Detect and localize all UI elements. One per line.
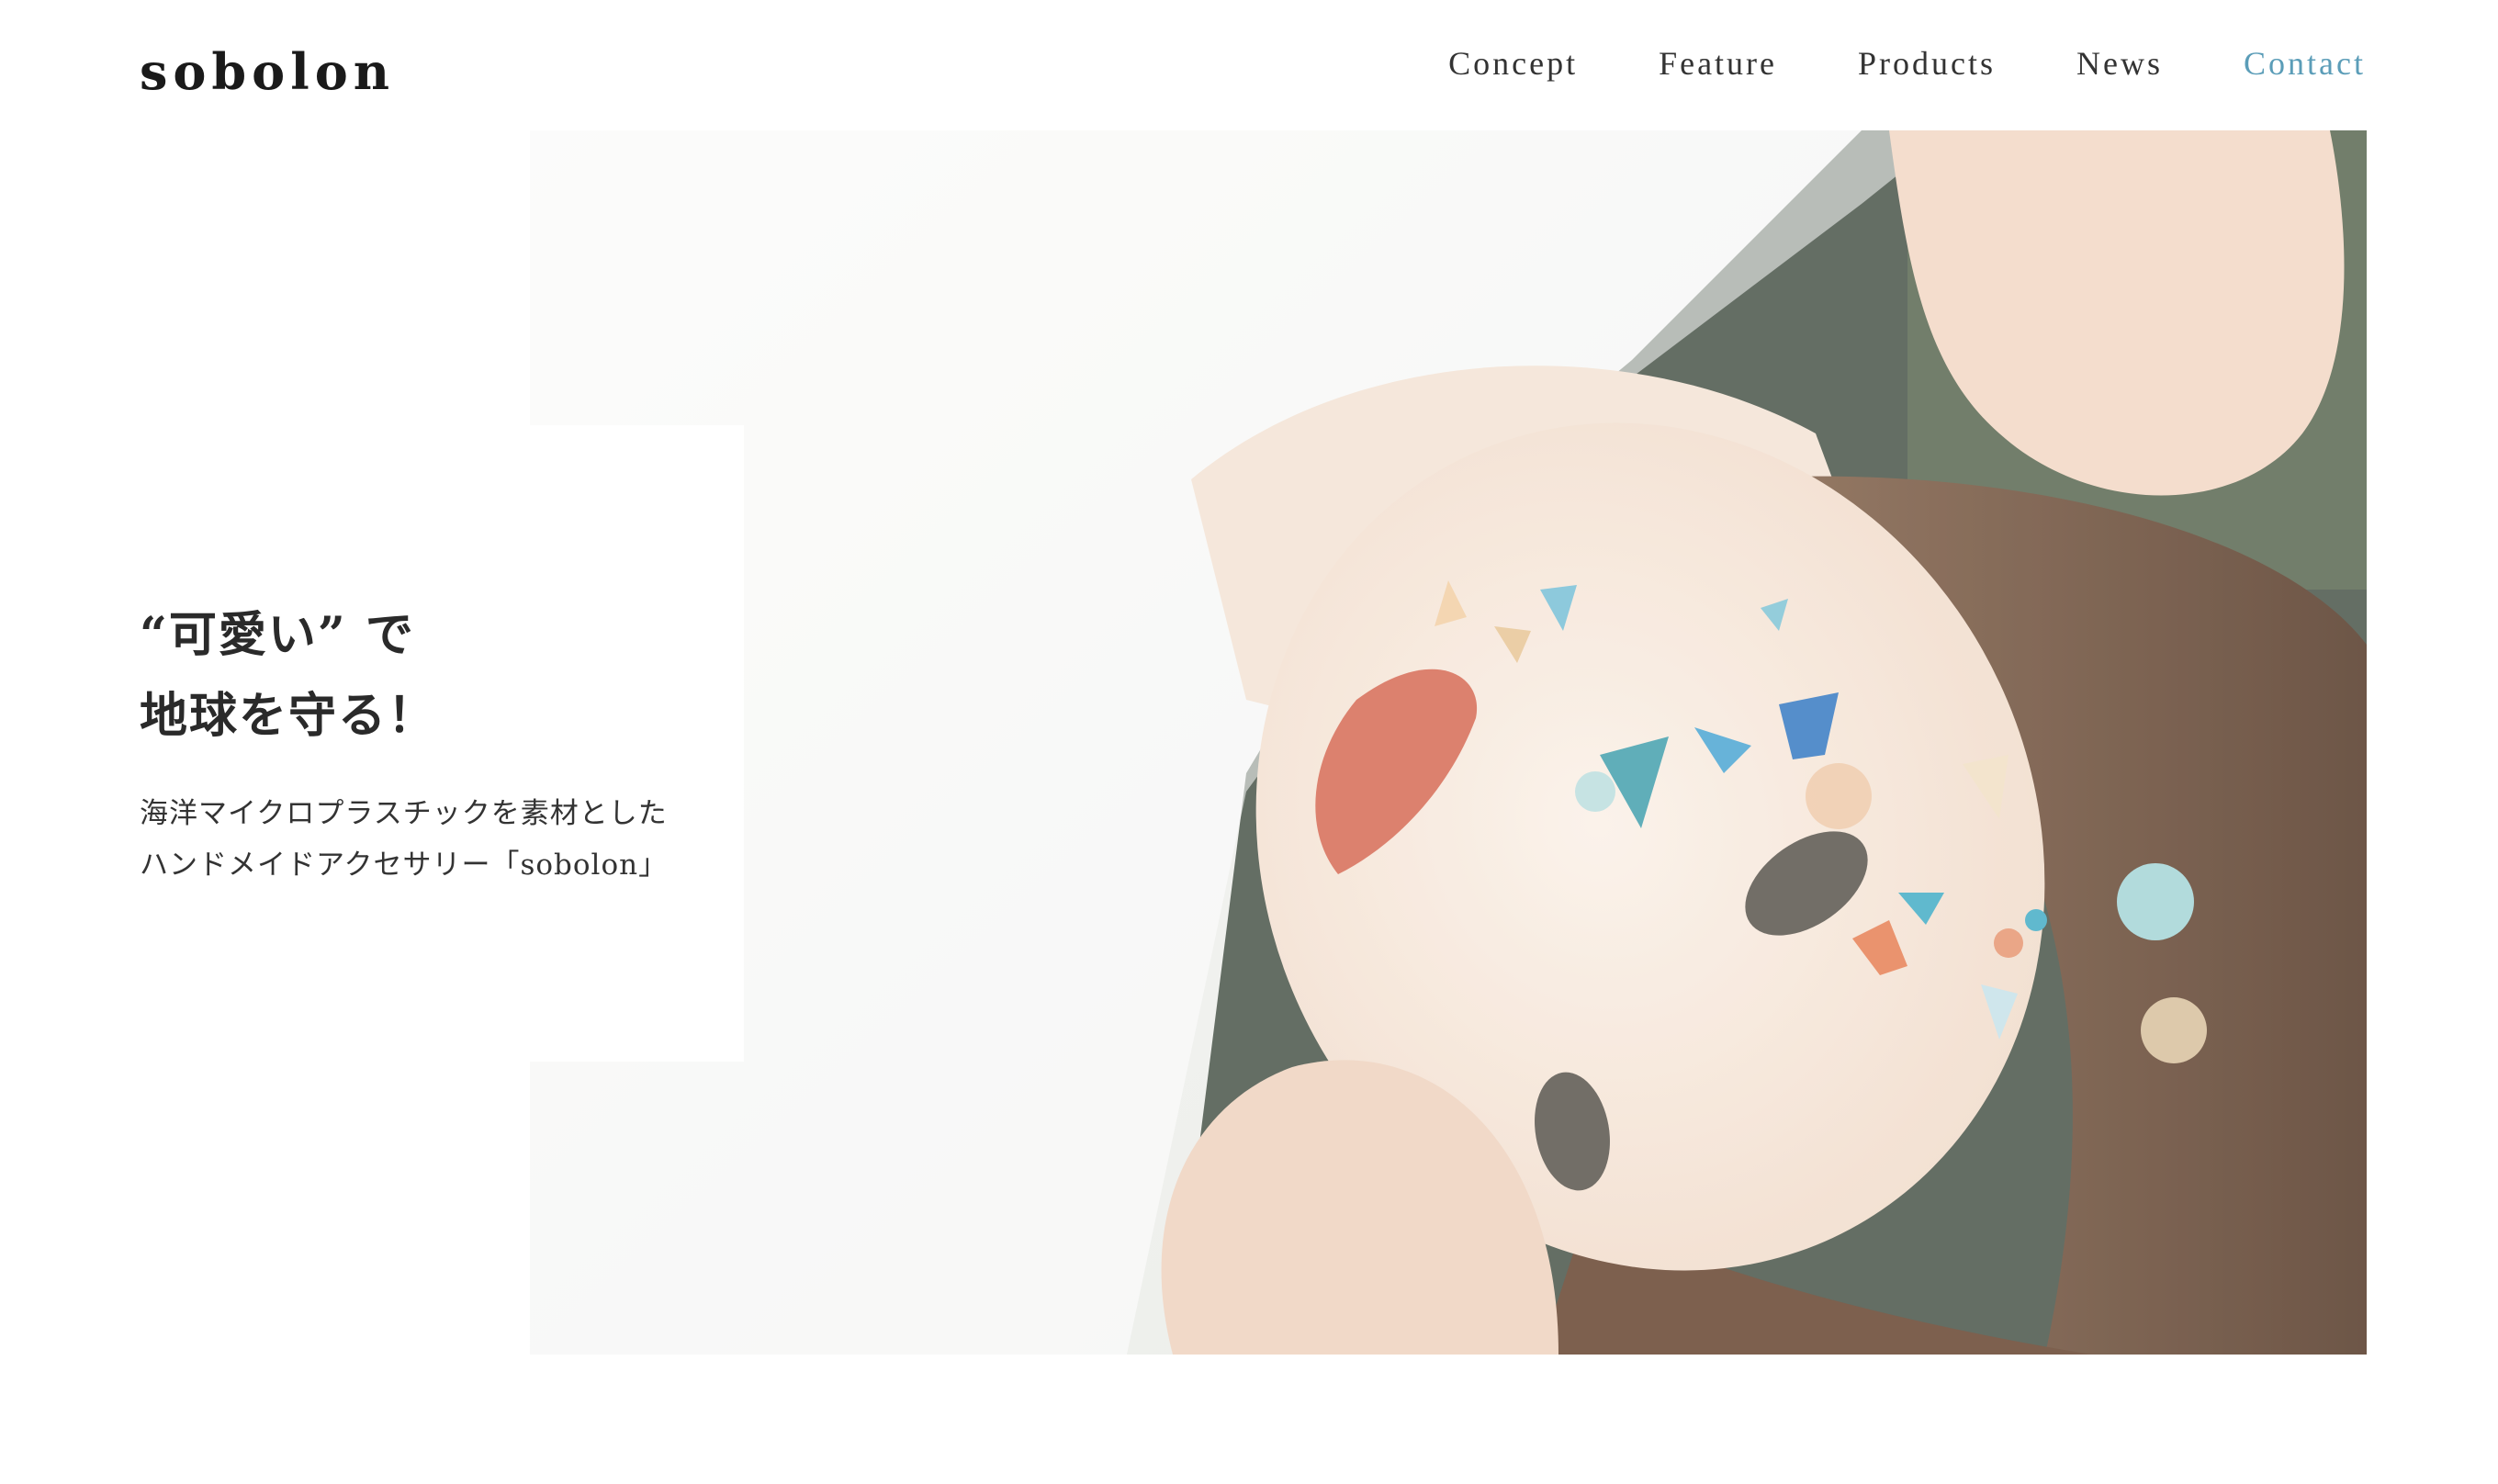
hero-headline: “可愛い” で 地球を守る！ [140, 595, 437, 757]
main-nav: Concept Feature Products News Contact [1367, 40, 2366, 86]
hero-photo [530, 130, 2367, 1355]
hero-description-line-1: 海洋マイクロプラスチックを素材とした [140, 797, 668, 830]
site-logo[interactable]: sobolon [140, 35, 395, 108]
hero-description: 海洋マイクロプラスチックを素材とした ハンドメイドアクセサリー「sobolon」 [140, 788, 668, 891]
nav-products[interactable]: Products [1858, 40, 1996, 86]
hero-headline-line-2: 地球を守る！ [140, 688, 438, 744]
hero-description-line-2: ハンドメイドアクセサリー「sobolon」 [140, 849, 669, 882]
hero-headline-line-1: “可愛い” で [140, 607, 415, 663]
nav-contact[interactable]: Contact [2244, 40, 2366, 86]
nav-concept[interactable]: Concept [1448, 40, 1578, 86]
nav-news[interactable]: News [2076, 40, 2163, 86]
nav-feature[interactable]: Feature [1659, 40, 1777, 86]
